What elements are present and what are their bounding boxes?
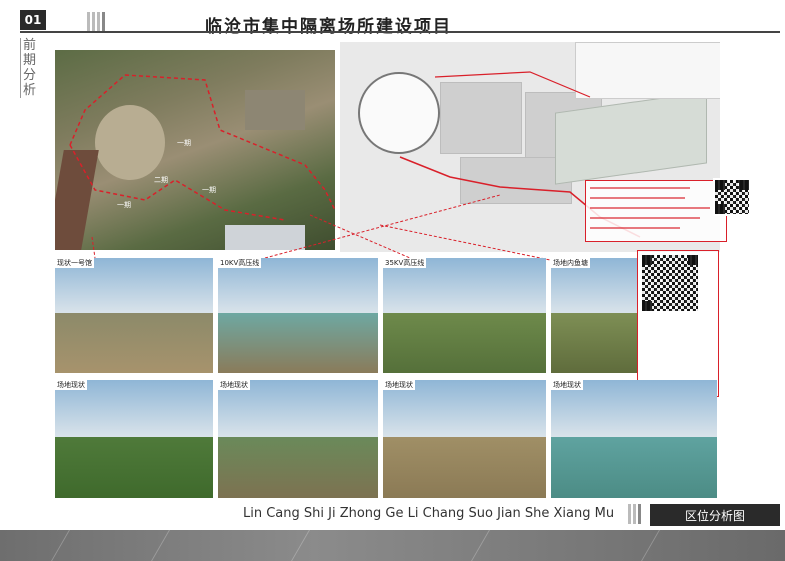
photo-caption: 场地现状 xyxy=(383,380,415,390)
photo-site-1: 场地现状 xyxy=(55,380,213,498)
bottom-band xyxy=(0,530,785,561)
photo-current-hall: 现状一号馆 xyxy=(55,258,213,373)
photo-caption: 10KV高压线 xyxy=(218,258,262,268)
section-title: 区位分析图 xyxy=(650,504,780,526)
photo-35kv-line: 35KV高压线 xyxy=(383,258,546,373)
footer-pinyin: Lin Cang Shi Ji Zhong Ge Li Chang Suo Ji… xyxy=(243,506,615,521)
photo-caption: 场地现状 xyxy=(55,380,87,390)
photo-site-4: 场地现状 xyxy=(551,380,717,498)
photo-site-3: 场地现状 xyxy=(383,380,546,498)
photo-caption: 场地现状 xyxy=(551,380,583,390)
photo-caption: 35KV高压线 xyxy=(383,258,427,268)
photo-10kv-line: 10KV高压线 xyxy=(218,258,378,373)
photo-caption: 场地内鱼塘 xyxy=(551,258,590,268)
photo-fish-pond: 场地内鱼塘 xyxy=(551,258,637,373)
photo-site-2: 场地现状 xyxy=(218,380,378,498)
photo-caption: 现状一号馆 xyxy=(55,258,94,268)
photo-caption: 场地现状 xyxy=(218,380,250,390)
